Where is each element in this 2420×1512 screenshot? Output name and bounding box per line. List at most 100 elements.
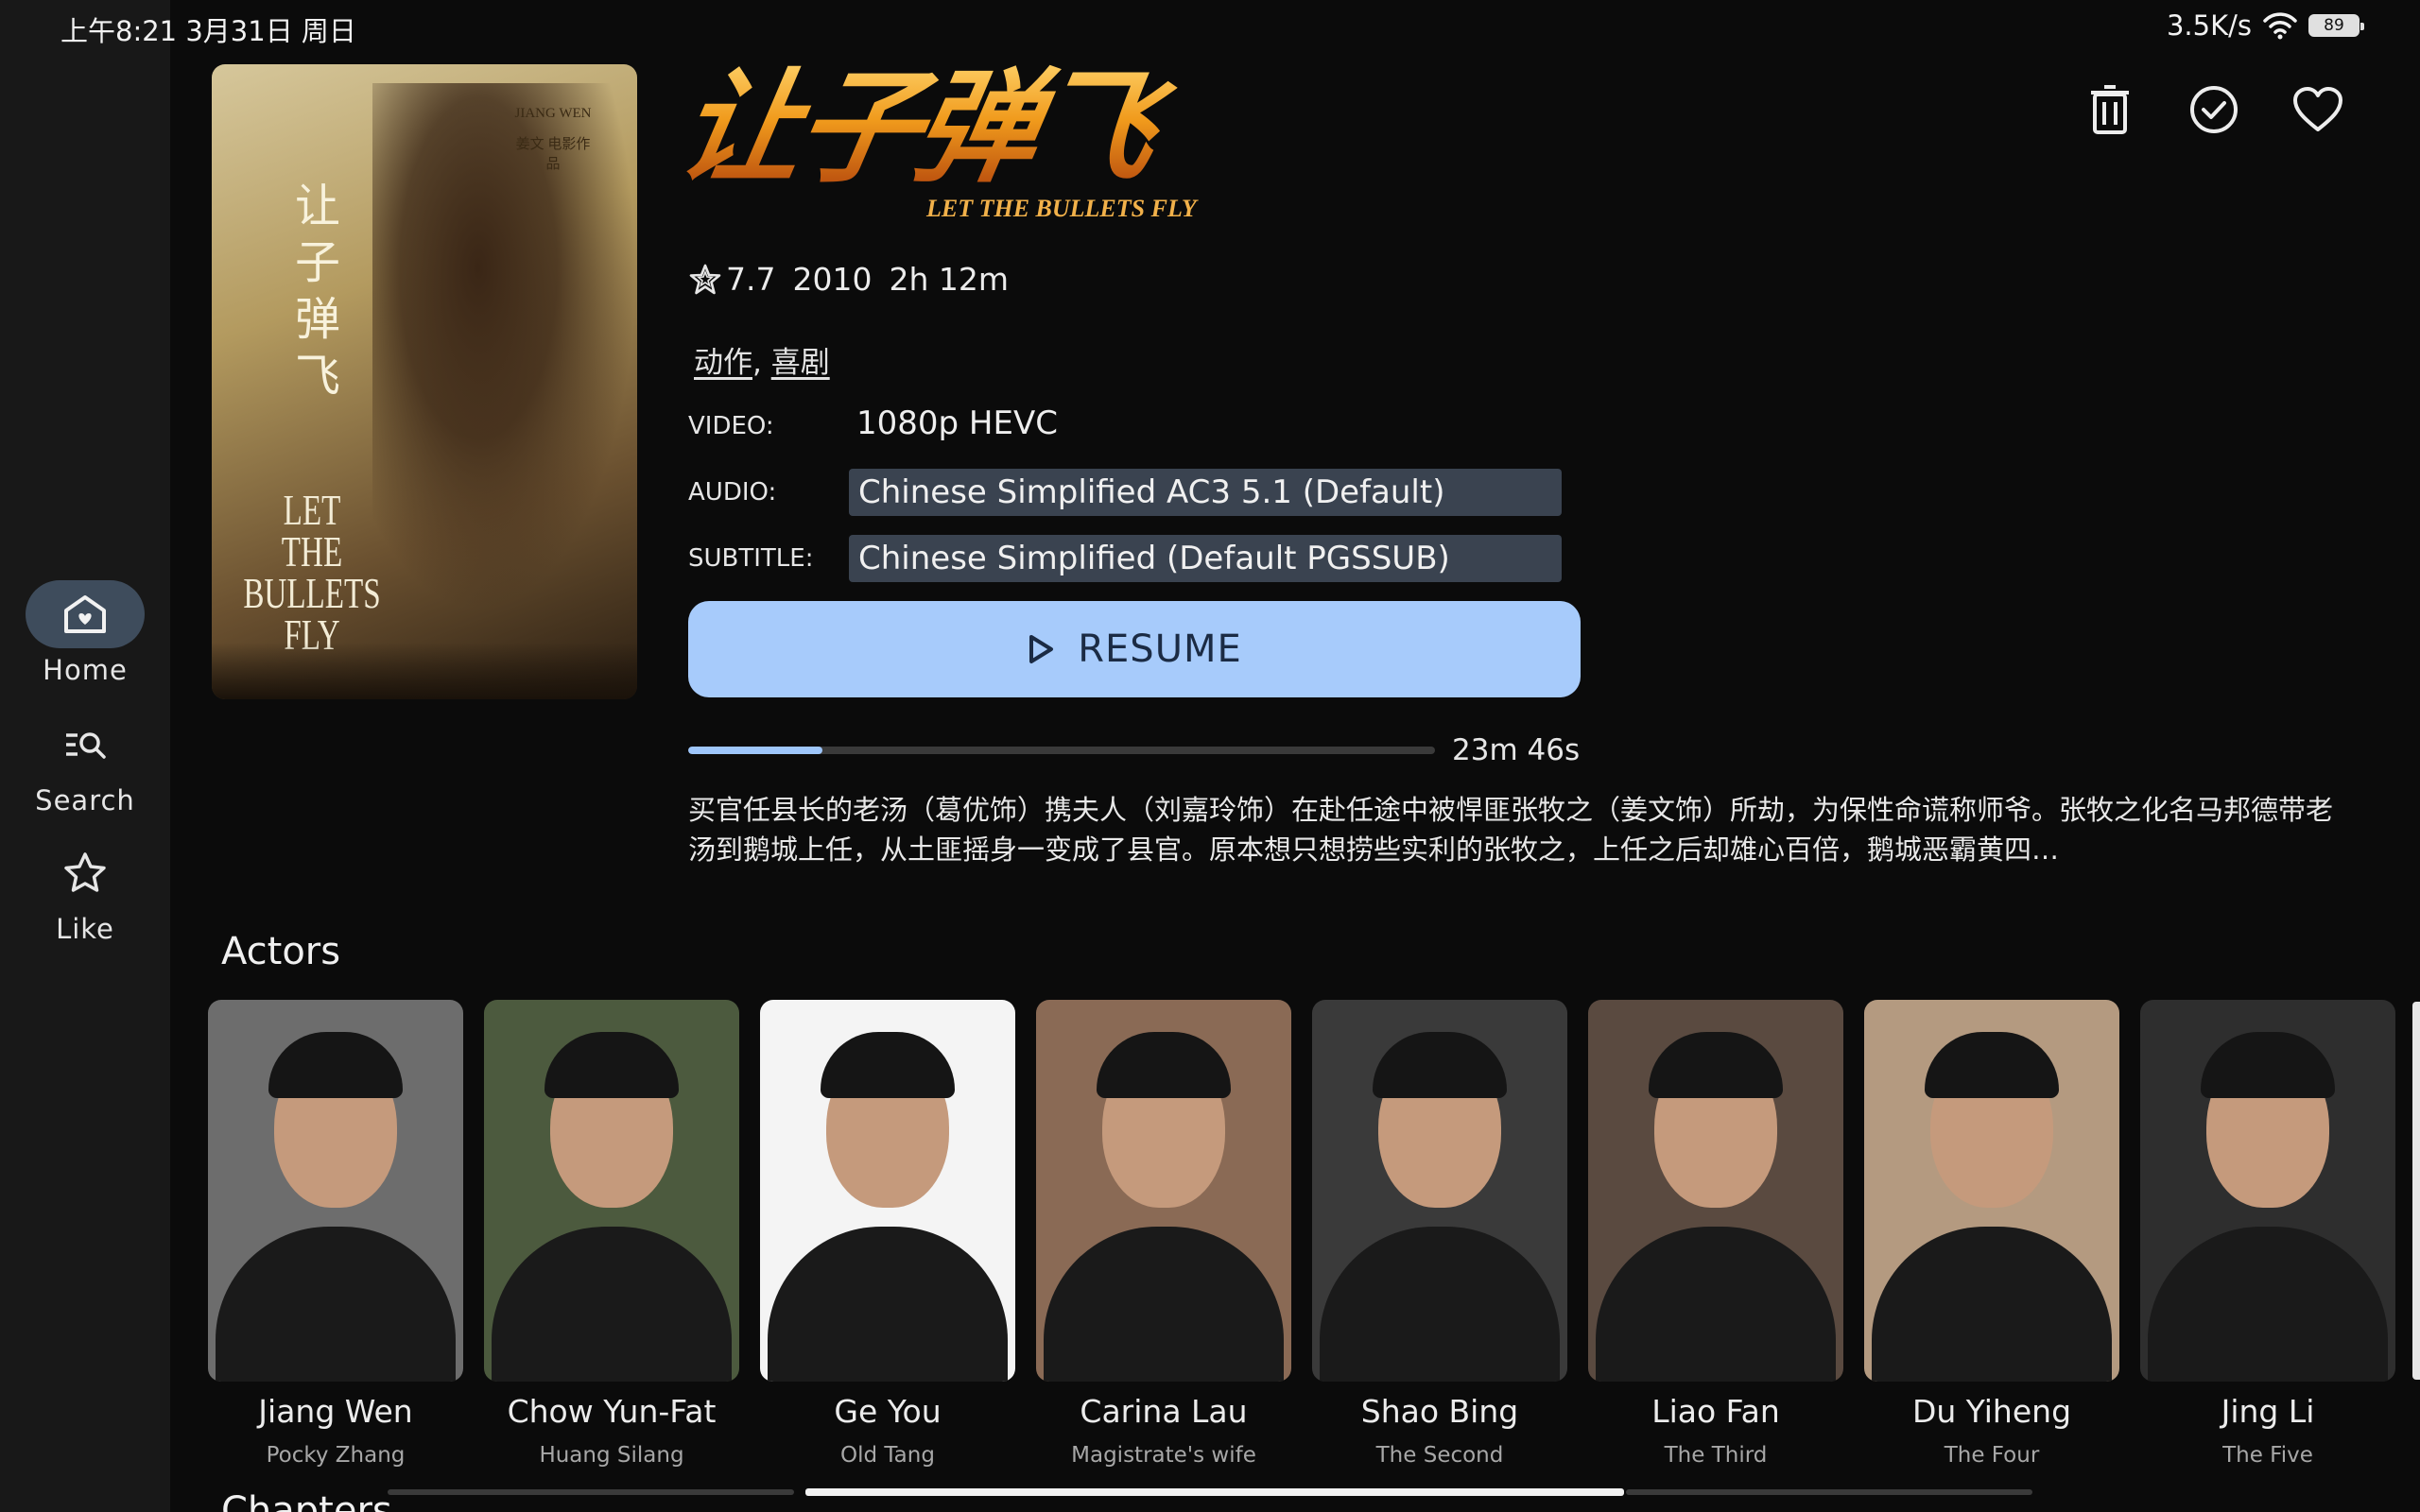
audio-label: AUDIO:	[688, 478, 777, 507]
battery-indicator: 89	[2308, 14, 2364, 37]
actor-photo-body	[1044, 1227, 1284, 1382]
actor-photo-hair	[544, 1032, 679, 1098]
scroll-segment-active	[805, 1488, 1624, 1496]
actor-photo	[1588, 1000, 1843, 1382]
poster-director: JIANG WEN 姜文 电影作品	[510, 106, 596, 173]
home-label: Home	[43, 654, 128, 686]
home-pill	[26, 580, 145, 648]
actors-row: Jiang Wen Pocky Zhang Chow Yun-Fat Huang Si…	[208, 1000, 2420, 1472]
actor-card[interactable]: Ge You Old Tang	[760, 1000, 1015, 1468]
actor-photo-hair	[1097, 1032, 1231, 1098]
actor-photo-hair	[268, 1032, 403, 1098]
genre-separator: ,	[752, 346, 762, 380]
subtitle-label: SUBTITLE:	[688, 544, 814, 573]
search-pill	[26, 711, 145, 779]
actor-name: Shao Bing	[1360, 1393, 1519, 1430]
actor-photo-body	[1596, 1227, 1836, 1382]
actor-role: Old Tang	[840, 1443, 935, 1468]
genre-link[interactable]: 动作	[694, 346, 752, 380]
actors-heading: Actors	[221, 930, 341, 973]
playback-progress	[688, 747, 1435, 754]
genre-link[interactable]: 喜剧	[771, 346, 830, 380]
poster-credits	[212, 643, 637, 699]
delete-icon	[2091, 85, 2129, 134]
like-label: Like	[56, 913, 114, 945]
actor-photo-hair	[821, 1032, 955, 1098]
scroll-segment	[388, 1489, 794, 1495]
sidebar-item-like[interactable]: Like	[0, 839, 170, 945]
movie-poster: JIANG WEN 姜文 电影作品 让子弹飞 LET THE BULLETS F…	[212, 64, 637, 699]
actor-card[interactable]: Carina Lau Magistrate's wife	[1036, 1000, 1291, 1468]
actor-name: Carina Lau	[1080, 1393, 1248, 1430]
rating-star-icon	[689, 264, 721, 294]
sidebar-item-search[interactable]: Search	[0, 711, 170, 816]
actor-card[interactable]: Shao Bing The Second	[1312, 1000, 1567, 1468]
actor-role: Magistrate's wife	[1071, 1443, 1256, 1468]
year: 2010	[792, 261, 873, 298]
actor-photo	[1036, 1000, 1291, 1382]
resume-button[interactable]: RESUME	[688, 601, 1581, 697]
mark-watched-button[interactable]	[2187, 83, 2240, 136]
video-label: VIDEO:	[688, 412, 774, 440]
rating: 7.7	[688, 261, 775, 298]
actor-name: Liao Fan	[1651, 1393, 1780, 1430]
actor-role: The Four	[1944, 1443, 2040, 1468]
delete-button[interactable]	[2083, 83, 2136, 136]
actor-role: The Third	[1664, 1443, 1768, 1468]
like-pill	[26, 839, 145, 907]
genre-list: 动作, 喜剧	[694, 338, 830, 381]
duration: 2h 12m	[889, 261, 1010, 298]
actor-photo-hair	[2201, 1032, 2335, 1098]
actor-photo-body	[492, 1227, 732, 1382]
actor-role: The Second	[1375, 1443, 1504, 1468]
actor-card[interactable]: Jiang Wen Pocky Zhang	[208, 1000, 463, 1468]
actor-photo-hair	[1925, 1032, 2059, 1098]
actor-photo-body	[1320, 1227, 1560, 1382]
search-icon	[66, 732, 106, 759]
actor-photo-hair	[1373, 1032, 1507, 1098]
actor-photo	[2140, 1000, 2395, 1382]
actor-photo	[208, 1000, 463, 1382]
actor-name: Ge You	[834, 1393, 942, 1430]
next-section-heading: Chapters	[221, 1489, 392, 1512]
poster-director-cn: 姜文 电影作品	[515, 137, 591, 172]
actor-name: Jing Li	[2221, 1393, 2315, 1430]
movie-logo: 让子弹飞 LET THE BULLETS FLY	[668, 56, 1210, 236]
sidebar-item-home[interactable]: Home	[0, 580, 170, 686]
next-card-edge	[2412, 1002, 2420, 1380]
actor-name: Jiang Wen	[258, 1393, 413, 1430]
app-root: Home Search Like 上午8:21 3月31日 周日 3.5K/s …	[0, 0, 2420, 1512]
logo-title-cn: 让子弹飞	[668, 56, 1222, 199]
heart-icon	[2293, 87, 2342, 131]
actor-photo-body	[1872, 1227, 2112, 1382]
subtitle-select[interactable]: Chinese Simplified (Default PGSSUB)	[849, 535, 1562, 582]
favorite-button[interactable]	[2291, 83, 2344, 136]
item-actions	[2083, 83, 2344, 136]
actor-role: The Five	[2222, 1443, 2313, 1468]
audio-select[interactable]: Chinese Simplified AC3 5.1 (Default)	[849, 469, 1562, 516]
actor-photo-body	[216, 1227, 456, 1382]
sidebar-nav: Home Search Like	[0, 0, 170, 1512]
search-label: Search	[35, 784, 135, 816]
actor-card[interactable]: Du Yiheng The Four	[1864, 1000, 2119, 1468]
overview-text[interactable]: 买官任县长的老汤（葛优饰）携夫人（刘嘉玲饰）在赴任途中被悍匪张牧之（姜文饰）所劫…	[688, 790, 2352, 869]
actor-photo	[1312, 1000, 1567, 1382]
poster-title-en: LET THE BULLETS FLY	[243, 486, 381, 659]
actor-card[interactable]: Liao Fan The Third	[1588, 1000, 1843, 1468]
actor-photo	[484, 1000, 739, 1382]
actor-role: Huang Silang	[539, 1443, 684, 1468]
actor-role: Pocky Zhang	[266, 1443, 406, 1468]
actor-card[interactable]: Chow Yun-Fat Huang Silang	[484, 1000, 739, 1468]
poster-director-en: JIANG WEN	[514, 106, 592, 121]
battery-level: 89	[2324, 16, 2344, 35]
progress-fill	[688, 747, 823, 754]
video-value: 1080p HEVC	[856, 404, 1058, 442]
play-icon	[1029, 635, 1054, 663]
poster-title-cn: 让子弹飞	[294, 180, 340, 403]
actor-photo-hair	[1649, 1032, 1783, 1098]
wifi-icon	[2263, 12, 2297, 40]
status-indicators: 3.5K/s 89	[2167, 9, 2364, 42]
star-icon	[64, 852, 106, 892]
actor-card[interactable]: Jing Li The Five	[2140, 1000, 2395, 1468]
actor-photo-body	[2148, 1227, 2388, 1382]
